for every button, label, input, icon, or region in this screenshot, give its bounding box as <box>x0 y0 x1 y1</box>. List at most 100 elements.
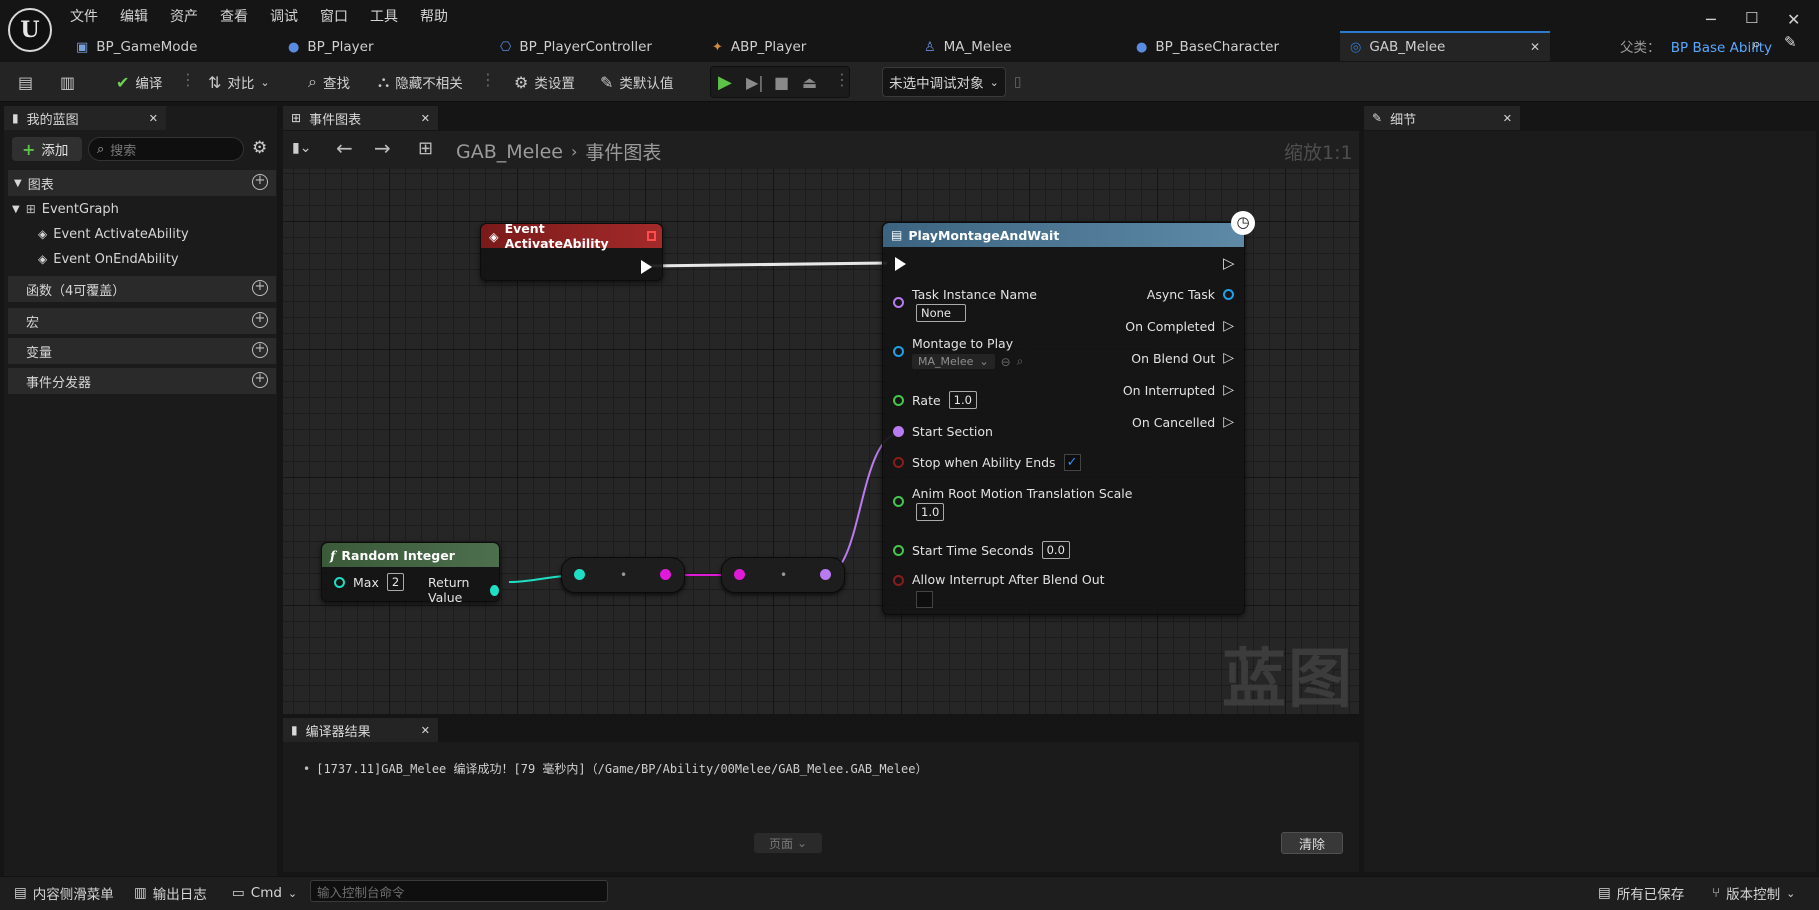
diff-button[interactable]: ⇅ 对比 ⌄ <box>208 70 270 94</box>
browse-icon[interactable]: ▥ <box>60 70 75 94</box>
on-cancelled-pin[interactable]: On Cancelled ▷ <box>1132 414 1234 430</box>
conversion-node-string-to-name[interactable]: • <box>721 557 845 593</box>
debug-browse-icon[interactable]: ▯ <box>1014 70 1021 94</box>
asset-tab-bp-gamemode[interactable]: ▣ BP_GameMode <box>66 33 207 61</box>
eject-icon[interactable]: ⏏ <box>802 70 817 94</box>
back-arrow-icon[interactable]: ← <box>336 136 353 160</box>
bookmark-icon[interactable]: ▮⌄ <box>292 140 311 156</box>
asset-tab-ma-melee[interactable]: ♙ MA_Melee <box>914 33 1022 61</box>
task-instance-name-input[interactable]: None <box>916 304 966 322</box>
on-interrupted-pin[interactable]: On Interrupted ▷ <box>1123 382 1234 398</box>
rate-input[interactable]: 1.0 <box>948 391 977 409</box>
montage-to-play-pin[interactable]: Montage to Play MA_Melee ⌄ ⊖ ⌕ <box>893 336 1023 369</box>
close-tab-icon[interactable]: ✕ <box>1530 40 1540 54</box>
hide-unrelated-button[interactable]: ⛬ 隐藏不相关 <box>378 70 463 94</box>
exec-out-pin[interactable]: ▷ <box>1223 254 1235 272</box>
close-tab-icon[interactable]: ✕ <box>421 112 430 125</box>
async-task-pin[interactable]: Async Task <box>1147 287 1234 302</box>
menu-tools[interactable]: 工具 <box>370 6 398 26</box>
section-graphs[interactable]: ▼ 图表 + <box>8 170 276 196</box>
event-activate-ability-node[interactable]: ◈ Event ActivateAbility <box>480 221 663 281</box>
delegate-pin-icon[interactable] <box>646 231 656 241</box>
menu-view[interactable]: 查看 <box>220 6 248 26</box>
asset-tab-bp-playercontroller[interactable]: ⎔ BP_PlayerController <box>490 33 662 61</box>
play-icon[interactable]: ▶ <box>718 70 732 94</box>
max-value-input[interactable]: 2 <box>386 573 405 591</box>
settings-gear-icon[interactable]: ⚙ <box>252 138 267 158</box>
exec-in-pin[interactable] <box>895 257 906 271</box>
forward-arrow-icon[interactable]: → <box>374 136 391 160</box>
close-tab-icon[interactable]: ✕ <box>1503 112 1512 125</box>
clear-button[interactable]: 清除 <box>1281 832 1343 854</box>
rate-pin[interactable]: Rate 1.0 <box>893 391 977 409</box>
close-tab-icon[interactable]: ✕ <box>149 112 158 125</box>
tree-item-event-end[interactable]: ◈ Event OnEndAbility <box>8 246 276 272</box>
asset-tab-bp-basecharacter[interactable]: ● BP_BaseCharacter <box>1126 33 1289 61</box>
menu-help[interactable]: 帮助 <box>420 6 448 26</box>
pencil-icon[interactable]: ✎ <box>1784 33 1797 51</box>
stop-icon[interactable]: ■ <box>774 70 789 94</box>
anim-root-input[interactable]: 1.0 <box>916 503 944 521</box>
section-dispatchers[interactable]: 事件分发器 + <box>8 368 276 394</box>
cmd-dropdown[interactable]: ▭ Cmd ⌄ <box>232 882 297 904</box>
graph-hierarchy-icon[interactable]: ⊞ <box>418 138 433 159</box>
save-icon[interactable]: ▤ <box>18 70 33 94</box>
browse-asset-search-icon[interactable]: ⌕ <box>1017 354 1024 369</box>
all-saved-button[interactable]: ▤ 所有已保存 <box>1598 882 1684 904</box>
anim-root-motion-scale-pin[interactable]: Anim Root Motion Translation Scale 1.0 <box>893 486 1132 521</box>
menu-window[interactable]: 窗口 <box>320 6 348 26</box>
search-input[interactable]: ⌕ 搜索 <box>88 137 244 161</box>
search-icon[interactable]: ⌕ <box>1752 34 1761 54</box>
compile-button[interactable]: ✔ 编译 <box>116 70 162 94</box>
montage-asset-picker[interactable]: MA_Melee ⌄ <box>912 354 995 369</box>
exec-out-pin[interactable] <box>641 260 652 274</box>
tab-event-graph[interactable]: ⊞ 事件图表 ✕ <box>283 106 438 130</box>
return-value-pin[interactable]: Return Value <box>428 575 499 605</box>
tab-compiler-results[interactable]: ▮ 编译器结果 ✕ <box>283 718 438 742</box>
graph-canvas[interactable]: ◈ Event ActivateAbility f Random Integer… <box>283 169 1359 714</box>
output-log-button[interactable]: ▥ 输出日志 <box>134 882 207 904</box>
find-button[interactable]: ⌕ 查找 <box>308 70 350 94</box>
allow-interrupt-checkbox[interactable] <box>916 591 933 608</box>
section-variables[interactable]: 变量 + <box>8 338 276 364</box>
add-function-icon[interactable]: + <box>252 280 268 296</box>
tab-details[interactable]: ✎ 细节 ✕ <box>1364 106 1520 130</box>
breadcrumb-root[interactable]: GAB_Melee <box>456 141 563 163</box>
asset-tab-bp-player[interactable]: ● BP_Player <box>278 33 384 61</box>
minimize-icon[interactable]: ─ <box>1706 10 1716 29</box>
start-time-input[interactable]: 0.0 <box>1041 541 1070 559</box>
add-dispatcher-icon[interactable]: + <box>252 372 268 388</box>
source-control-button[interactable]: ⑂ 版本控制 ⌄ <box>1712 882 1795 904</box>
class-settings-button[interactable]: ⚙ 类设置 <box>514 70 575 94</box>
menu-file[interactable]: 文件 <box>70 6 98 26</box>
page-dropdown[interactable]: 页面 ⌄ <box>754 833 822 853</box>
section-functions[interactable]: 函数（4可覆盖） + <box>8 276 276 302</box>
step-icon[interactable]: ▶| <box>746 70 764 94</box>
asset-tab-gab-melee[interactable]: ◎ GAB_Melee ✕ <box>1340 31 1550 61</box>
add-graph-icon[interactable]: + <box>252 174 268 190</box>
on-completed-pin[interactable]: On Completed ▷ <box>1125 318 1234 334</box>
section-macros[interactable]: 宏 + <box>8 308 276 334</box>
console-command-input[interactable]: 输入控制台命令 <box>310 880 608 902</box>
task-instance-name-pin[interactable]: Task Instance Name None <box>893 287 1037 322</box>
tab-my-blueprint[interactable]: ▮ 我的蓝图 ✕ <box>4 106 166 130</box>
asset-tab-abp-player[interactable]: ✦ ABP_Player <box>702 33 816 61</box>
class-defaults-button[interactable]: ✎ 类默认值 <box>600 70 673 94</box>
add-button[interactable]: + 添加 <box>12 137 82 161</box>
tree-item-event-activate[interactable]: ◈ Event ActivateAbility <box>8 221 276 247</box>
unreal-logo-icon[interactable]: U <box>8 8 52 52</box>
on-blend-out-pin[interactable]: On Blend Out ▷ <box>1131 350 1234 366</box>
content-drawer-button[interactable]: ▤ 内容侧滑菜单 <box>14 882 114 904</box>
menu-debug[interactable]: 调试 <box>270 6 298 26</box>
menu-asset[interactable]: 资产 <box>170 6 198 26</box>
play-options-icon[interactable]: ⋮ <box>834 70 850 94</box>
close-tab-icon[interactable]: ✕ <box>421 724 430 737</box>
tree-item-eventgraph[interactable]: ▼ ⊞ EventGraph <box>8 196 276 222</box>
debug-target-select[interactable]: 未选中调试对象 ⌄ <box>882 67 1006 97</box>
start-section-pin[interactable]: Start Section <box>893 424 993 439</box>
stop-when-ends-checkbox[interactable]: ✓ <box>1063 454 1081 471</box>
more-options-icon[interactable]: ⋮ <box>480 70 496 94</box>
close-window-icon[interactable]: ✕ <box>1787 10 1800 29</box>
use-selected-icon[interactable]: ⊖ <box>1001 355 1011 369</box>
allow-interrupt-pin[interactable]: Allow Interrupt After Blend Out <box>893 572 1105 608</box>
